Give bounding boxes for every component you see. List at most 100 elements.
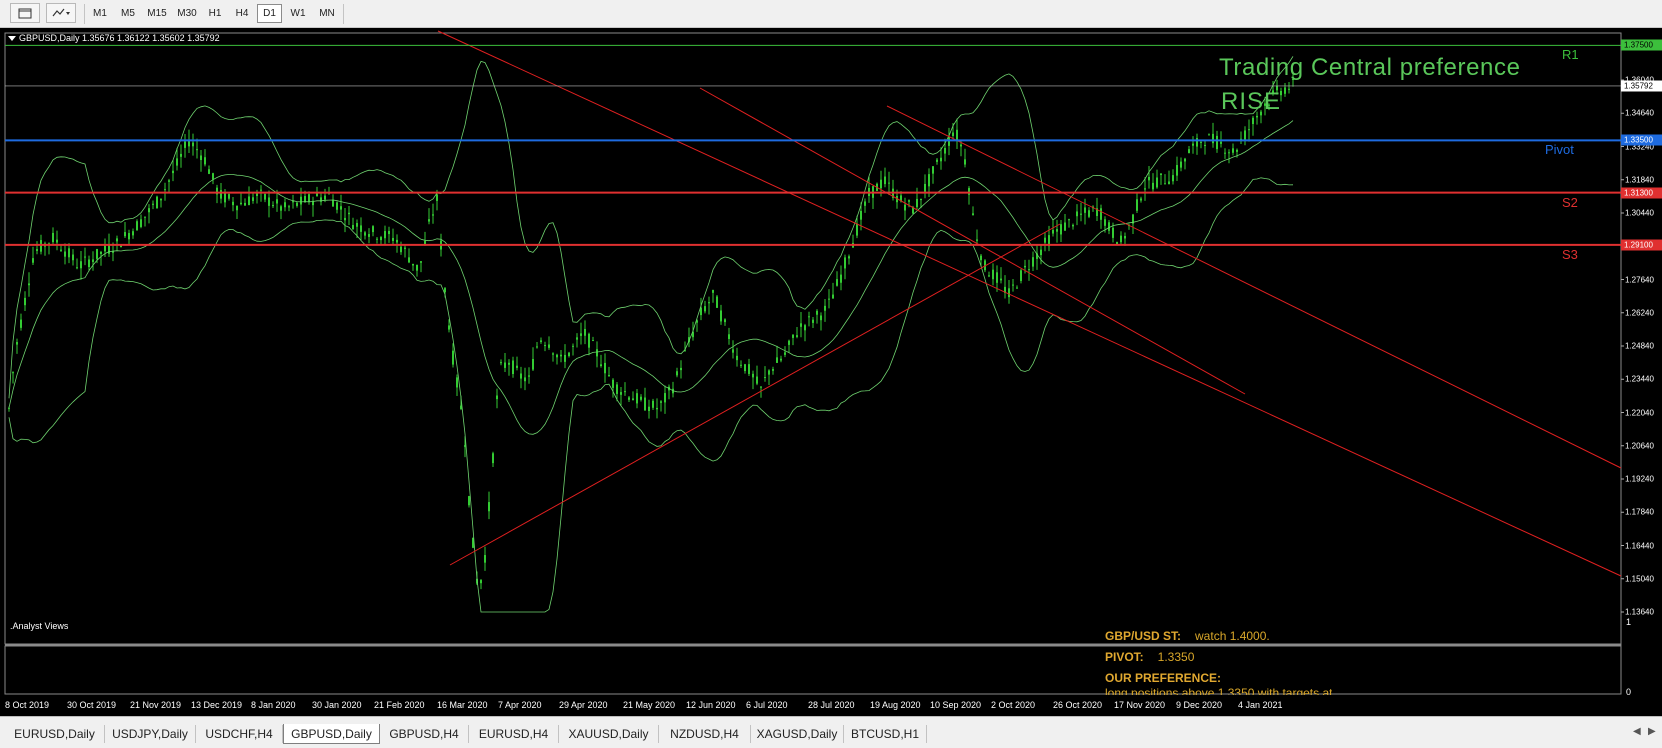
chart-tab[interactable]: USDJPY,Daily <box>105 725 196 743</box>
candle-body <box>172 170 174 174</box>
candle-body <box>200 155 202 161</box>
candle-body <box>924 183 926 192</box>
analyst-value: long positions above 1.3350 with targets… <box>1105 686 1333 695</box>
candle-body <box>1068 219 1070 221</box>
candle-body <box>148 208 150 213</box>
candle-body <box>1076 211 1078 217</box>
candle-body <box>720 310 722 322</box>
chart-tab[interactable]: NZDUSD,H4 <box>659 725 751 743</box>
price-tick: 1.34640 <box>1625 108 1654 118</box>
candle-body <box>1064 222 1066 231</box>
candle-body <box>164 189 166 191</box>
chart-tab[interactable]: EURUSD,H4 <box>469 725 559 743</box>
candle-body <box>1284 87 1286 94</box>
candle-body <box>708 302 710 304</box>
timeframe-h4[interactable]: H4 <box>229 4 255 23</box>
level-label-pivot: Pivot <box>1545 142 1574 158</box>
candle-body <box>1008 288 1010 298</box>
candle-body <box>96 249 98 259</box>
candle-body <box>1040 249 1042 256</box>
candle-body <box>132 231 134 236</box>
chart-tab[interactable]: XAGUSD,Daily <box>751 725 844 743</box>
candle-body <box>24 297 26 306</box>
chart-tab[interactable]: BTCUSD,H1 <box>844 725 927 743</box>
timeframe-m1[interactable]: M1 <box>88 4 112 23</box>
candle-body <box>956 129 958 140</box>
candle-body <box>944 147 946 154</box>
candle-body <box>1016 287 1018 289</box>
candle-body <box>656 407 658 410</box>
window-icon[interactable] <box>10 3 40 23</box>
tab-scroll-left-icon[interactable]: ◀ <box>1633 726 1641 737</box>
timeframe-d1[interactable]: D1 <box>257 4 282 23</box>
candle-body <box>604 362 606 374</box>
candle-body <box>816 310 818 315</box>
candle-body <box>408 257 410 263</box>
candle-body <box>860 210 862 220</box>
timeframe-m15[interactable]: M15 <box>143 4 171 23</box>
timeframe-mn[interactable]: MN <box>313 4 341 23</box>
chart-tools-icon[interactable] <box>46 3 76 23</box>
candle-body <box>928 174 930 187</box>
candle-body <box>620 392 622 395</box>
candle-body <box>1144 188 1146 190</box>
candle-body <box>916 198 918 208</box>
candle-body <box>884 176 886 185</box>
toolbar-separator <box>343 4 344 24</box>
candle-body <box>972 213 974 215</box>
timeframe-m30[interactable]: M30 <box>173 4 201 23</box>
tab-scroll-right-icon[interactable]: ▶ <box>1648 726 1656 737</box>
chart-tab[interactable]: GBPUSD,H4 <box>380 725 469 743</box>
price-tick: 1.23440 <box>1625 374 1654 384</box>
candle-body <box>732 349 734 353</box>
price-chart[interactable] <box>0 28 1662 716</box>
candle-body <box>188 141 190 147</box>
candle-body <box>608 374 610 376</box>
candle-body <box>836 279 838 286</box>
chart-tab-bar: EURUSD,Daily USDJPY,Daily USDCHF,H4 GBPUSD,… <box>0 716 1662 748</box>
candle-body <box>524 377 526 382</box>
candle-body <box>60 249 62 251</box>
candle-body <box>948 137 950 146</box>
candle-body <box>360 225 362 232</box>
analyst-value: watch 1.4000. <box>1195 629 1270 643</box>
dropdown-triangle-icon[interactable] <box>8 36 16 42</box>
candle-body <box>1172 175 1174 182</box>
candle-body <box>752 373 754 378</box>
candle-body <box>160 198 162 201</box>
price-tick: 1.24840 <box>1625 341 1654 351</box>
candle-body <box>1080 213 1082 215</box>
candle-body <box>480 580 482 584</box>
candle-body <box>968 188 970 195</box>
timeframe-m5[interactable]: M5 <box>115 4 141 23</box>
analyst-row: OUR PREFERENCE: <box>1105 671 1235 685</box>
candle-body <box>856 223 858 236</box>
candle-body <box>760 386 762 388</box>
candle-body <box>28 283 30 286</box>
candle-body <box>740 364 742 366</box>
candle-body <box>260 189 262 191</box>
candle-body <box>516 365 518 368</box>
candle-body <box>784 352 786 355</box>
candle-body <box>1252 117 1254 125</box>
candle-body <box>776 357 778 363</box>
date-tick: 29 Apr 2020 <box>559 700 608 710</box>
candle-body <box>596 349 598 357</box>
candle-body <box>1052 229 1054 234</box>
candle-body <box>452 350 454 365</box>
candle-body <box>1212 133 1214 144</box>
candle-body <box>152 203 154 205</box>
chart-tab[interactable]: GBPUSD,Daily <box>283 724 380 744</box>
candle-body <box>504 362 506 368</box>
candle-body <box>636 393 638 404</box>
symbol-quote: GBPUSD,Daily 1.35676 1.36122 1.35602 1.3… <box>19 33 220 43</box>
timeframe-h1[interactable]: H1 <box>203 4 227 23</box>
chart-tab[interactable]: USDCHF,H4 <box>196 725 283 743</box>
candle-body <box>572 345 574 347</box>
chart-tab[interactable]: XAUUSD,Daily <box>559 725 659 743</box>
timeframe-w1[interactable]: W1 <box>285 4 311 23</box>
chart-window[interactable]: GBPUSD,Daily 1.35676 1.36122 1.35602 1.3… <box>0 28 1662 716</box>
candle-body <box>536 346 538 348</box>
chart-tab[interactable]: EURUSD,Daily <box>5 725 105 743</box>
candle-body <box>236 205 238 211</box>
